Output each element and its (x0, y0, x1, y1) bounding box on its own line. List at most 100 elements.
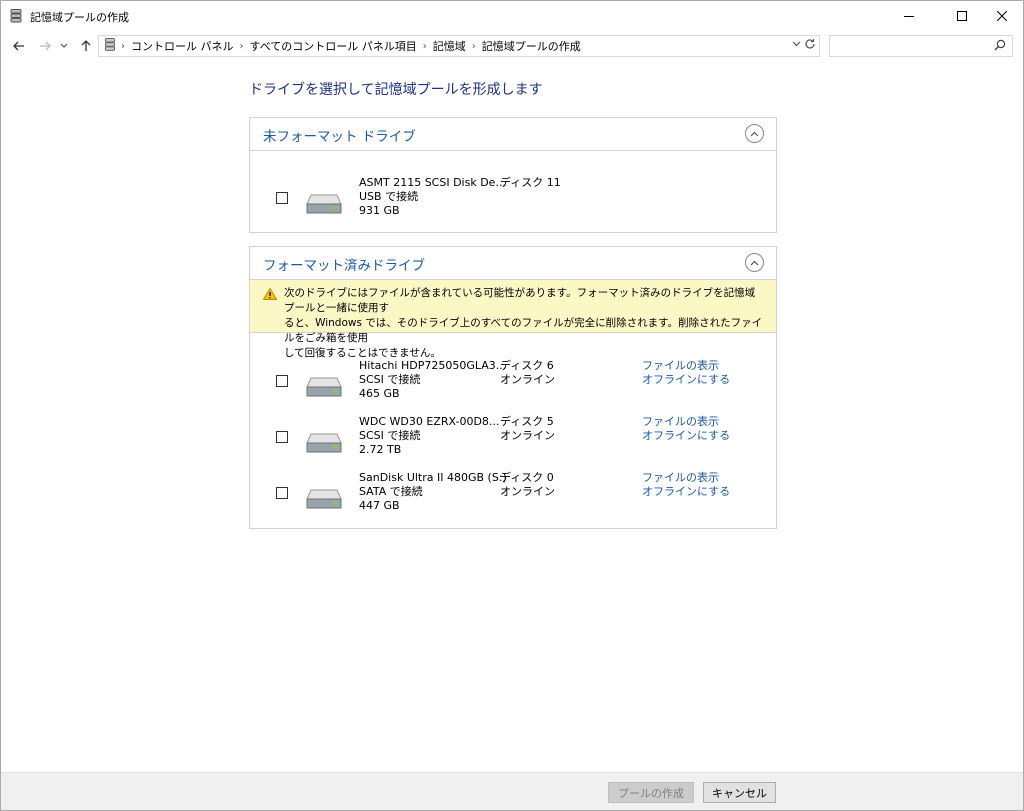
chevron-right-icon: › (239, 40, 244, 52)
warning-text-line-1: 次のドライブにはファイルが含まれている可能性があります。フォーマット済みのドライ… (284, 287, 756, 314)
drive-disk-info: ディスク 11 (500, 176, 561, 190)
close-button[interactable] (979, 1, 1024, 31)
hard-drive-icon (306, 192, 342, 217)
minimize-button[interactable] (886, 1, 932, 31)
hard-drive-icon (306, 487, 342, 512)
drive-disk-number: ディスク 5 (500, 415, 554, 428)
chevron-up-icon (750, 131, 759, 136)
breadcrumb-create-pool[interactable]: 記憶域プールの作成 (482, 38, 581, 54)
drive-checkbox[interactable] (276, 431, 288, 443)
forward-arrow-icon (40, 41, 51, 51)
drive-disk-info: ディスク 5 オンライン (500, 415, 555, 443)
chevron-right-icon: › (121, 40, 125, 52)
hard-drive-icon (306, 375, 342, 400)
warning-banner: 次のドライブにはファイルが含まれている可能性があります。フォーマット済みのドライ… (250, 280, 776, 359)
drive-connection: SATA で接続 (359, 485, 423, 498)
drive-info: Hitachi HDP725050GLA3... SCSI で接続 465 GB (359, 359, 506, 401)
close-icon (997, 11, 1007, 21)
unformatted-drives-header: 未フォーマット ドライブ (250, 118, 776, 151)
drive-info: WDC WD30 EZRX-00D8... SCSI で接続 2.72 TB (359, 415, 499, 457)
drive-disk-number: ディスク 11 (500, 176, 561, 189)
unformatted-drives-title: 未フォーマット ドライブ (263, 129, 416, 145)
drive-info: ASMT 2115 SCSI Disk De... USB で接続 931 GB (359, 176, 506, 218)
view-files-link[interactable]: ファイルの表示 (642, 471, 730, 485)
address-dropdown-icon[interactable] (792, 39, 801, 50)
footer-bar: プールの作成 キャンセル (1, 772, 1023, 810)
view-files-link[interactable]: ファイルの表示 (642, 359, 730, 373)
drive-disk-info: ディスク 0 オンライン (500, 471, 555, 499)
breadcrumb-storage[interactable]: 記憶域 (433, 38, 466, 54)
hard-drive-icon (306, 431, 342, 456)
drive-checkbox[interactable] (276, 192, 288, 204)
control-panel-icon (105, 38, 115, 54)
formatted-drives-panel: フォーマット済みドライブ 次のドライブにはファイルが含まれている可能性があります… (249, 246, 777, 529)
collapse-formatted-button[interactable] (745, 253, 764, 272)
drive-row: SanDisk Ultra II 480GB (S:) SATA で接続 447… (250, 471, 776, 527)
drive-size: 931 GB (359, 204, 400, 217)
up-button[interactable] (77, 36, 95, 56)
breadcrumb-all-items[interactable]: すべてのコントロール パネル項目 (250, 38, 417, 54)
chevron-right-icon: › (422, 40, 427, 52)
back-arrow-icon (13, 41, 24, 51)
unformatted-drives-panel: 未フォーマット ドライブ ASMT 2115 SCSI Disk De... U… (249, 117, 777, 233)
warning-icon (262, 287, 278, 305)
search-box[interactable] (829, 35, 1013, 57)
breadcrumb: › コントロール パネル › すべてのコントロール パネル項目 › 記憶域 › … (99, 36, 581, 56)
take-offline-link[interactable]: オフラインにする (642, 485, 730, 499)
drive-name: WDC WD30 EZRX-00D8... (359, 415, 500, 428)
navigation-bar: › コントロール パネル › すべてのコントロール パネル項目 › 記憶域 › … (1, 33, 1023, 59)
drive-actions: ファイルの表示 オフラインにする (642, 415, 730, 443)
drive-size: 2.72 TB (359, 443, 402, 456)
drive-size: 465 GB (359, 387, 400, 400)
forward-button[interactable] (36, 36, 54, 56)
formatted-drives-title: フォーマット済みドライブ (263, 258, 425, 274)
up-arrow-icon (81, 40, 91, 51)
drive-size: 447 GB (359, 499, 400, 512)
storage-spaces-icon (10, 9, 22, 26)
page-title: ドライブを選択して記憶域プールを形成します (249, 82, 543, 98)
drive-status: オンライン (500, 485, 555, 498)
drive-row: Hitachi HDP725050GLA3... SCSI で接続 465 GB… (250, 359, 776, 415)
drive-checkbox[interactable] (276, 375, 288, 387)
refresh-icon[interactable] (804, 38, 816, 53)
drive-checkbox[interactable] (276, 487, 288, 499)
recent-locations-button[interactable] (58, 36, 70, 56)
drive-row: ASMT 2115 SCSI Disk De... USB で接続 931 GB… (250, 176, 776, 232)
drive-status: オンライン (500, 429, 555, 442)
cancel-button[interactable]: キャンセル (703, 782, 776, 803)
drive-name: ASMT 2115 SCSI Disk De... (359, 176, 506, 189)
drive-connection: SCSI で接続 (359, 373, 421, 386)
warning-text-line-2: ると、Windows では、そのドライブ上のすべてのファイルが完全に削除されます… (284, 317, 763, 344)
drive-connection: SCSI で接続 (359, 429, 421, 442)
address-bar[interactable]: › コントロール パネル › すべてのコントロール パネル項目 › 記憶域 › … (98, 35, 820, 57)
chevron-up-icon (750, 260, 759, 265)
view-files-link[interactable]: ファイルの表示 (642, 415, 730, 429)
take-offline-link[interactable]: オフラインにする (642, 373, 730, 387)
drive-actions: ファイルの表示 オフラインにする (642, 471, 730, 499)
minimize-icon (904, 16, 914, 17)
take-offline-link[interactable]: オフラインにする (642, 429, 730, 443)
drive-status: オンライン (500, 373, 555, 386)
drive-disk-number: ディスク 0 (500, 471, 554, 484)
drive-actions: ファイルの表示 オフラインにする (642, 359, 730, 387)
window-title: 記憶域プールの作成 (30, 11, 129, 24)
window: 記憶域プールの作成 › コントロール パネル › すべてのコントロール パネル項… (0, 0, 1024, 811)
drive-disk-info: ディスク 6 オンライン (500, 359, 555, 387)
back-button[interactable] (10, 36, 28, 56)
drive-name: SanDisk Ultra II 480GB (S:) (359, 471, 507, 484)
drive-connection: USB で接続 (359, 190, 419, 203)
collapse-unformatted-button[interactable] (745, 124, 764, 143)
chevron-right-icon: › (471, 40, 476, 52)
search-input[interactable] (830, 36, 990, 56)
drive-row: WDC WD30 EZRX-00D8... SCSI で接続 2.72 TB デ… (250, 415, 776, 471)
maximize-icon (957, 11, 967, 21)
search-icon[interactable] (994, 39, 1006, 54)
title-bar: 記憶域プールの作成 (1, 1, 1023, 31)
drive-disk-number: ディスク 6 (500, 359, 554, 372)
breadcrumb-control-panel[interactable]: コントロール パネル (131, 38, 234, 54)
create-pool-button[interactable]: プールの作成 (608, 782, 694, 803)
drive-info: SanDisk Ultra II 480GB (S:) SATA で接続 447… (359, 471, 507, 513)
drive-name: Hitachi HDP725050GLA3... (359, 359, 507, 372)
formatted-drives-header: フォーマット済みドライブ (250, 247, 776, 280)
chevron-down-icon (60, 43, 68, 48)
